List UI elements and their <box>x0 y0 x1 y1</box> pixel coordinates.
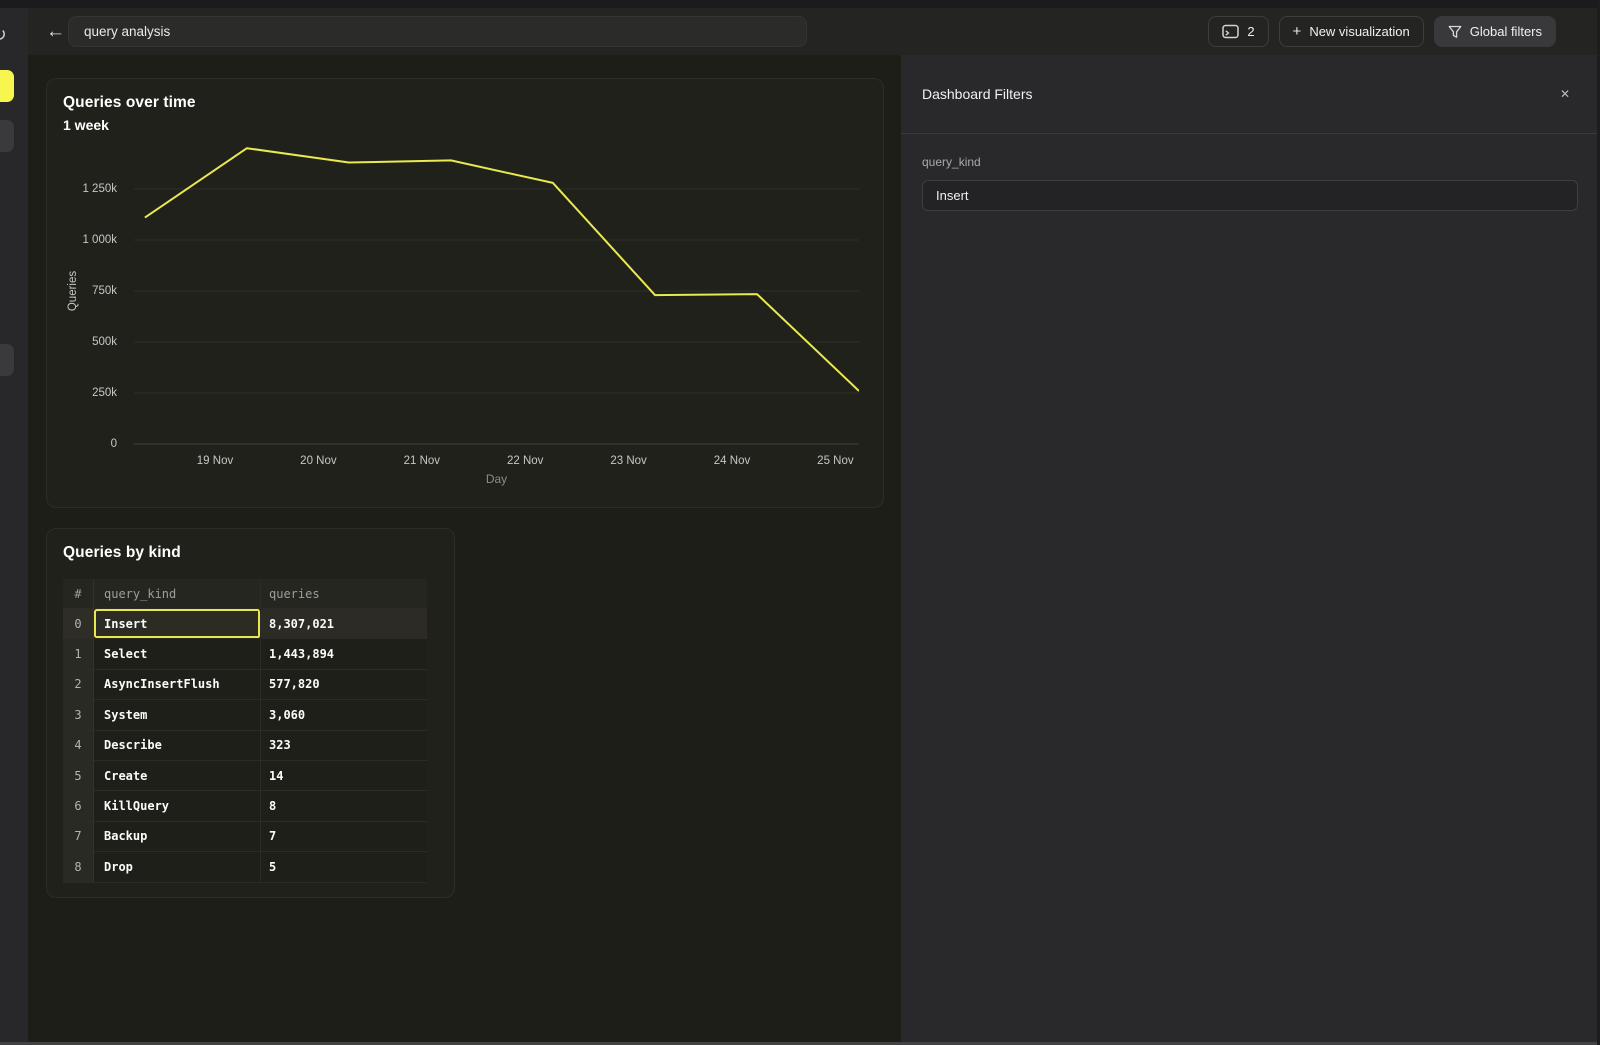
dashboard-filters-panel: Dashboard Filters ✕ query_kind <box>901 55 1600 1045</box>
new-visualization-label: New visualization <box>1309 24 1409 39</box>
rail-item[interactable] <box>0 344 14 376</box>
row-index: 4 <box>63 731 94 761</box>
query-kind-cell[interactable]: Drop <box>94 852 261 882</box>
left-rail: ↻ <box>0 8 28 1045</box>
table-header-row: # query_kind queries <box>63 579 427 609</box>
filter-value-input[interactable] <box>922 180 1578 211</box>
table-row: 6KillQuery8 <box>63 791 427 821</box>
y-tick-label: 750k <box>51 283 117 299</box>
queries-table-body: 0Insert8,307,0211Select1,443,8942AsyncIn… <box>63 609 427 883</box>
y-tick-label: 250k <box>51 385 117 401</box>
queries-series-line <box>145 148 859 391</box>
y-tick-label: 500k <box>51 334 117 350</box>
query-kind-cell[interactable]: KillQuery <box>94 791 261 821</box>
table-row: 3System3,060 <box>63 700 427 730</box>
query-kind-cell[interactable]: Select <box>94 639 261 669</box>
x-tick-label: 25 Nov <box>817 455 853 467</box>
queries-table: # query_kind queries 0Insert8,307,0211Se… <box>63 579 427 883</box>
queries-cell[interactable]: 7 <box>261 822 427 852</box>
topbar-actions: 2 + New visualization Global filters <box>1208 16 1556 47</box>
y-axis-ticks: 0 250k 500k 750k 1 000k 1 250k <box>47 79 126 507</box>
line-chart[interactable] <box>134 144 859 454</box>
filter-field: query_kind <box>922 155 1578 211</box>
table-row: 7Backup7 <box>63 822 427 852</box>
x-tick-label: 19 Nov <box>197 455 233 467</box>
col-header-index: # <box>63 579 94 609</box>
table-row: 4Describe323 <box>63 731 427 761</box>
queries-cell[interactable]: 1,443,894 <box>261 639 427 669</box>
x-tick-label: 20 Nov <box>300 455 336 467</box>
plus-icon: + <box>1293 23 1302 40</box>
queries-cell[interactable]: 5 <box>261 852 427 882</box>
query-kind-cell[interactable]: AsyncInsertFlush <box>94 670 261 700</box>
history-icon[interactable]: ↻ <box>0 24 7 47</box>
x-tick-label: 23 Nov <box>610 455 646 467</box>
queries-cell[interactable]: 14 <box>261 761 427 791</box>
col-header-query-kind[interactable]: query_kind <box>94 579 261 609</box>
y-tick-label: 1 250k <box>51 181 117 197</box>
table-card: Queries by kind # query_kind queries 0In… <box>46 528 455 898</box>
col-header-queries[interactable]: queries <box>261 579 427 609</box>
query-kind-cell[interactable]: Create <box>94 761 261 791</box>
global-filters-label: Global filters <box>1470 24 1542 39</box>
window-top-edge <box>0 0 1600 8</box>
main-content: Queries over time 1 week Queries 0250k50… <box>28 55 901 1045</box>
x-tick-label: 24 Nov <box>714 455 750 467</box>
table-row: 8Drop5 <box>63 852 427 882</box>
row-index: 2 <box>63 670 94 700</box>
rail-item[interactable] <box>0 120 14 152</box>
back-arrow-icon[interactable]: ← <box>46 21 65 43</box>
queries-cell[interactable]: 577,820 <box>261 670 427 700</box>
rail-item-active[interactable] <box>0 70 14 102</box>
sql-console-icon <box>1222 24 1239 39</box>
funnel-icon <box>1448 25 1462 39</box>
filter-field-label: query_kind <box>922 155 1578 169</box>
topbar: ← 2 + New visualization Global filters <box>28 8 1600 55</box>
y-tick-label: 0 <box>51 436 117 452</box>
new-visualization-button[interactable]: + New visualization <box>1279 16 1424 47</box>
x-axis-title: Day <box>134 472 859 486</box>
query-kind-cell[interactable]: Insert <box>94 609 261 639</box>
table-row: 0Insert8,307,021 <box>63 609 427 639</box>
app-window: ↻ ← 2 + New visualization Gl <box>0 0 1600 1045</box>
queries-cell[interactable]: 3,060 <box>261 700 427 730</box>
queries-cell[interactable]: 323 <box>261 731 427 761</box>
table-row: 5Create14 <box>63 761 427 791</box>
query-kind-cell[interactable]: Describe <box>94 731 261 761</box>
table-title: Queries by kind <box>63 544 181 562</box>
dashboard-title-input[interactable] <box>68 16 807 47</box>
row-index: 6 <box>63 791 94 821</box>
query-kind-cell[interactable]: Backup <box>94 822 261 852</box>
console-count-label: 2 <box>1247 24 1254 39</box>
row-index: 1 <box>63 639 94 669</box>
global-filters-button[interactable]: Global filters <box>1434 16 1556 47</box>
panel-header: Dashboard Filters ✕ <box>901 55 1600 134</box>
queries-cell[interactable]: 8,307,021 <box>261 609 427 639</box>
table-row: 1Select1,443,894 <box>63 639 427 669</box>
close-icon[interactable]: ✕ <box>1560 87 1570 101</box>
row-index: 3 <box>63 700 94 730</box>
row-index: 5 <box>63 761 94 791</box>
console-count-button[interactable]: 2 <box>1208 16 1268 47</box>
row-index: 7 <box>63 822 94 852</box>
x-axis-ticks: 19 Nov 20 Nov 21 Nov 22 Nov 23 Nov 24 Nov 25 N… <box>134 455 859 471</box>
chart-card: Queries over time 1 week Queries 0250k50… <box>46 78 884 508</box>
x-tick-label: 21 Nov <box>404 455 440 467</box>
panel-title: Dashboard Filters <box>922 86 1033 102</box>
row-index: 8 <box>63 852 94 882</box>
query-kind-cell[interactable]: System <box>94 700 261 730</box>
y-tick-label: 1 000k <box>51 232 117 248</box>
queries-cell[interactable]: 8 <box>261 791 427 821</box>
row-index: 0 <box>63 609 94 639</box>
table-row: 2AsyncInsertFlush577,820 <box>63 670 427 700</box>
x-tick-label: 22 Nov <box>507 455 543 467</box>
